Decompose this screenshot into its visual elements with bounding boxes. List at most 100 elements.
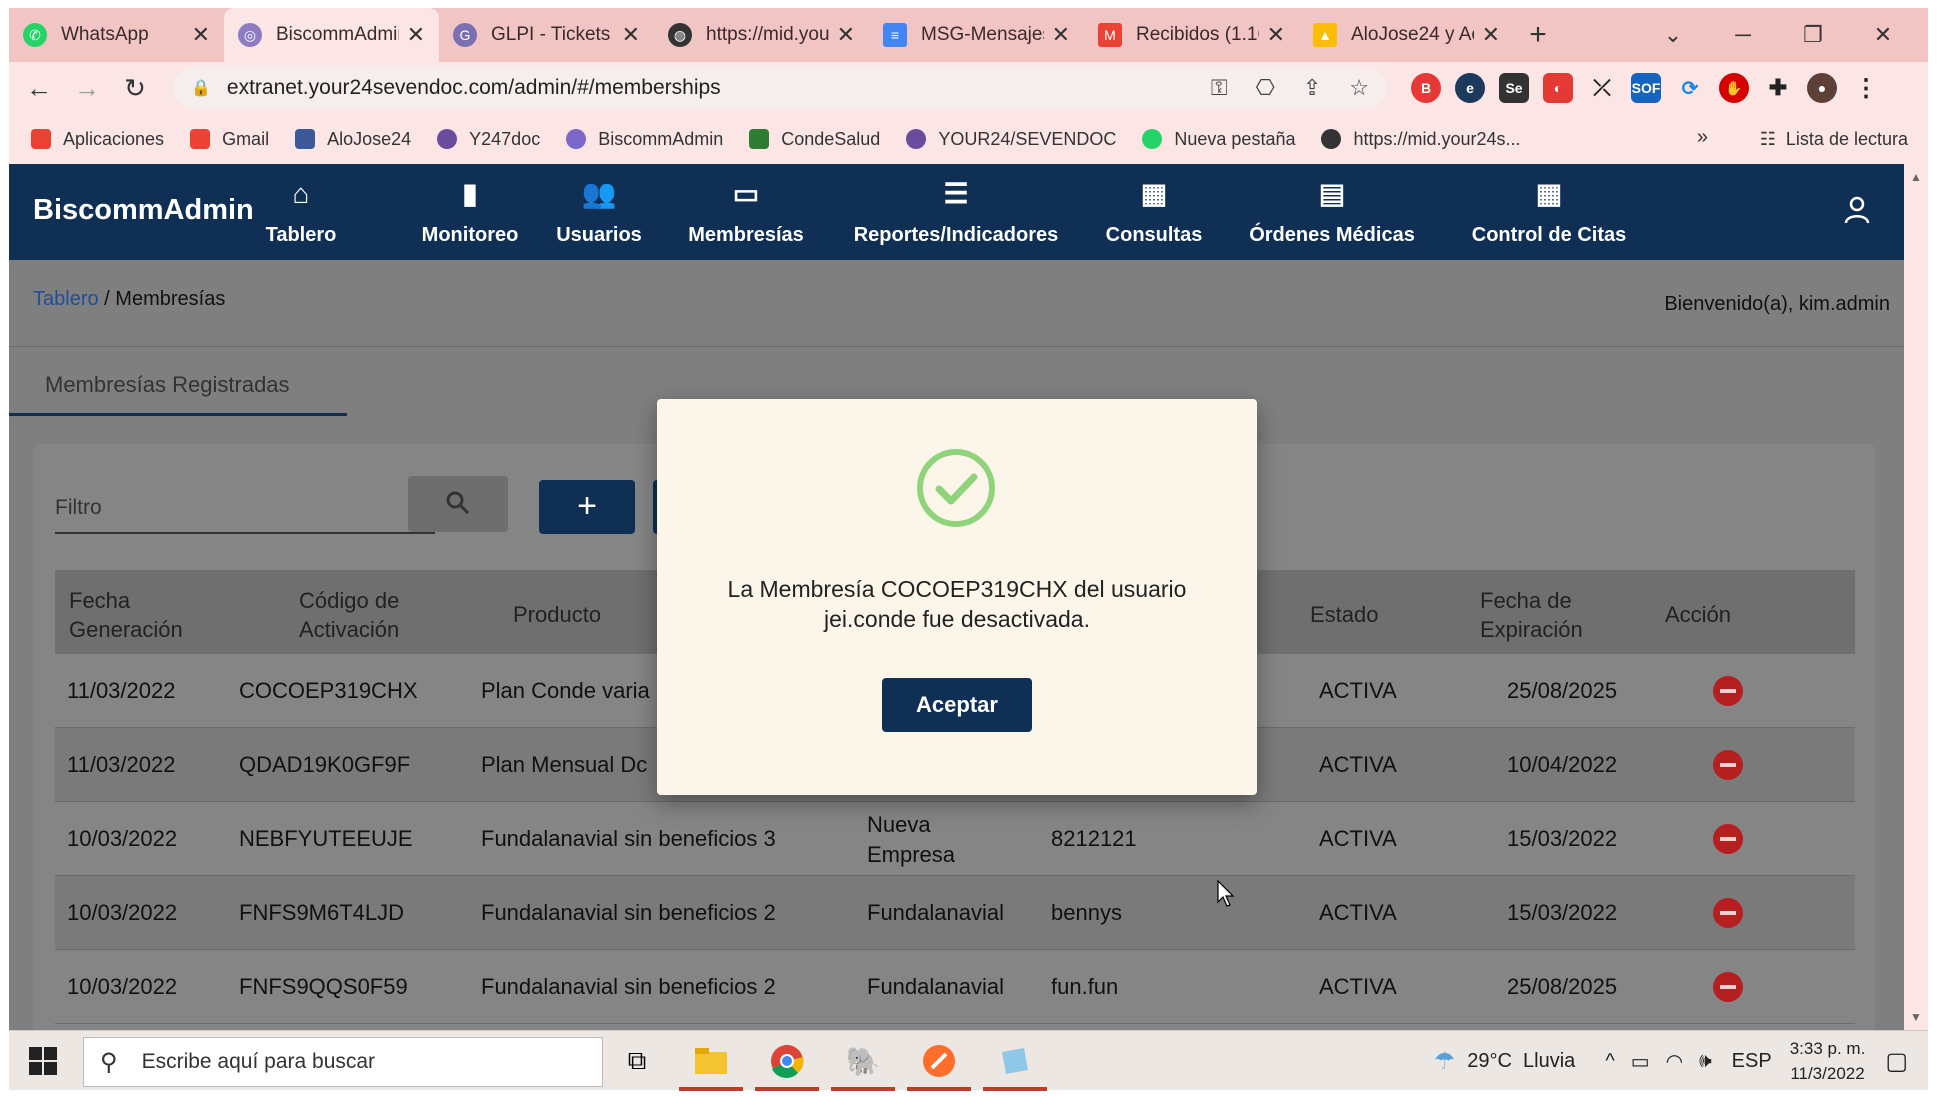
language-indicator[interactable]: ESP (1732, 1050, 1772, 1073)
minimize-button[interactable]: ─ (1708, 22, 1778, 48)
bookmark-label: YOUR24/SEVENDOC (938, 128, 1117, 149)
bookmark-item[interactable]: Gmail (190, 129, 269, 150)
tab-membresias-registradas[interactable]: Membresías Registradas (9, 350, 347, 416)
bookmark-item[interactable]: AloJose24 (295, 129, 411, 150)
close-tab-icon[interactable]: ✕ (1052, 22, 1070, 48)
translate-icon[interactable]: ⎔ (1256, 75, 1275, 101)
deactivate-button[interactable] (1713, 676, 1743, 706)
bookmark-item[interactable]: YOUR24/SEVENDOC (906, 129, 1116, 150)
bookmark-item[interactable]: Aplicaciones (31, 129, 164, 150)
chrome-icon[interactable] (755, 1041, 819, 1091)
nav-item-reportes[interactable]: ☰ Reportes/Indicadores (841, 164, 1071, 260)
close-tab-icon[interactable]: ✕ (622, 22, 640, 48)
bookmark-item[interactable]: https://mid.your24s... (1321, 129, 1521, 150)
bookmark-icon (437, 129, 458, 149)
extension-icon[interactable]: Se (1499, 73, 1529, 103)
address-bar[interactable]: 🔒 extranet.your24sevendoc.com/admin/#/me… (173, 67, 1387, 109)
user-account-icon[interactable] (1844, 196, 1870, 231)
taskbar-search-input[interactable]: ⚲ Escribe aquí para buscar (83, 1037, 603, 1087)
browser-tab-gmail[interactable]: M Recibidos (1.16 ✕ (1084, 8, 1299, 62)
extension-icon[interactable]: SOF (1631, 73, 1661, 103)
nav-item-usuarios[interactable]: 👥 Usuarios (544, 164, 654, 260)
bookmark-star-icon[interactable]: ☆ (1349, 75, 1369, 101)
deactivate-button[interactable] (1713, 898, 1743, 928)
browser-tab-msg[interactable]: ≡ MSG-Mensajes ✕ (869, 8, 1084, 62)
deactivate-button[interactable] (1713, 824, 1743, 854)
browser-tab-mid[interactable]: ◍ https://mid.you ✕ (654, 8, 869, 62)
browser-tab-glpi[interactable]: G GLPI - Tickets ✕ (439, 8, 654, 62)
bookmark-item[interactable]: Y247doc (437, 129, 540, 150)
file-explorer-icon[interactable] (679, 1041, 743, 1091)
close-tab-icon[interactable]: ✕ (1482, 22, 1500, 48)
browser-tab-biscommadmin[interactable]: ◎ BiscommAdmin ✕ (224, 8, 439, 62)
close-tab-icon[interactable]: ✕ (192, 22, 210, 48)
nav-item-membresias[interactable]: ▭ Membresías (676, 164, 816, 260)
browser-tab-drive[interactable]: ▲ AloJose24 y Ac ✕ (1299, 8, 1514, 62)
weather-text[interactable]: 29°C Lluvia (1467, 1050, 1575, 1073)
breadcrumb-link-tablero[interactable]: Tablero (33, 288, 99, 310)
nav-item-consultas[interactable]: ▦ Consultas (1094, 164, 1214, 260)
extension-icon[interactable]: ◐ (1543, 73, 1573, 103)
close-tab-icon[interactable]: ✕ (407, 22, 425, 48)
deactivate-button[interactable] (1713, 972, 1743, 1002)
volume-icon[interactable]: 🕪 (1699, 1050, 1712, 1073)
forward-button[interactable]: → (63, 73, 111, 104)
column-header[interactable]: Estado (1310, 600, 1379, 629)
menu-kebab-icon[interactable]: ⋮ (1851, 73, 1881, 103)
weather-icon[interactable]: ☂ (1434, 1047, 1456, 1076)
new-tab-button[interactable]: + (1514, 18, 1562, 52)
extension-icon[interactable]: ⤫ (1587, 73, 1617, 103)
app-icon[interactable] (983, 1041, 1047, 1091)
chevron-up-icon[interactable]: ^ (1605, 1050, 1614, 1073)
app-brand[interactable]: BiscommAdmin (33, 194, 254, 227)
extension-icon[interactable]: ⟳ (1675, 73, 1705, 103)
app-icon[interactable] (907, 1041, 971, 1091)
clock[interactable]: 3:33 p. m. 11/3/2022 (1790, 1036, 1866, 1086)
task-view-icon[interactable]: ⧉ (617, 1041, 657, 1081)
puzzle-icon[interactable]: ✚ (1763, 73, 1793, 103)
tab-search-icon[interactable]: ⌄ (1638, 22, 1708, 48)
postgres-icon[interactable]: 🐘 (831, 1041, 895, 1091)
nav-item-monitoreo[interactable]: ▮ Monitoreo (405, 164, 535, 260)
close-window-button[interactable]: ✕ (1848, 22, 1918, 48)
column-header[interactable]: Código de Activación (299, 586, 439, 644)
page-scrollbar[interactable]: ▲ ▼ (1904, 164, 1928, 1030)
avatar[interactable]: ● (1807, 73, 1837, 103)
column-header[interactable]: Producto (513, 600, 601, 629)
accept-button[interactable]: Aceptar (882, 678, 1032, 732)
nav-label: Monitoreo (421, 223, 519, 246)
browser-tab-whatsapp[interactable]: ✆ WhatsApp ✕ (9, 8, 224, 62)
deactivate-button[interactable] (1713, 750, 1743, 780)
back-button[interactable]: ← (15, 73, 63, 104)
windows-start-icon[interactable] (29, 1047, 57, 1075)
nav-item-tablero[interactable]: ⌂ Tablero (251, 164, 351, 260)
reading-list-button[interactable]: ☷ Lista de lectura (1760, 114, 1908, 164)
cell-empresa: Fundalanavial (867, 900, 1004, 925)
share-icon[interactable]: ⇪ (1303, 75, 1321, 101)
close-tab-icon[interactable]: ✕ (837, 22, 855, 48)
extension-icon[interactable]: e (1455, 73, 1485, 103)
nav-item-ordenes-medicas[interactable]: ▤ Órdenes Médicas (1237, 164, 1427, 260)
cell-producto: Plan Conde varia (481, 678, 650, 703)
notifications-icon[interactable]: ▢ (1885, 1047, 1908, 1076)
reload-button[interactable]: ↻ (111, 73, 159, 104)
filter-input[interactable]: Filtro (55, 486, 435, 534)
column-header[interactable]: Fecha Generación (69, 586, 219, 644)
add-membership-button[interactable]: + (539, 480, 635, 534)
close-tab-icon[interactable]: ✕ (1267, 22, 1285, 48)
bookmark-item[interactable]: Nueva pestaña (1142, 129, 1295, 150)
bookmark-item[interactable]: BiscommAdmin (566, 129, 723, 150)
key-icon[interactable]: ⚿ (1211, 75, 1228, 101)
restore-button[interactable]: ❐ (1778, 22, 1848, 48)
bookmarks-overflow-icon[interactable]: » (1697, 126, 1708, 149)
column-header[interactable]: Fecha de Expiración (1480, 586, 1620, 644)
extension-icon[interactable]: B (1411, 73, 1441, 103)
nav-item-control-citas[interactable]: ▦ Control de Citas (1449, 164, 1649, 260)
battery-icon[interactable]: ▭ (1631, 1049, 1650, 1074)
scroll-up-icon[interactable]: ▲ (1910, 170, 1922, 184)
search-button[interactable] (408, 476, 508, 532)
adblock-icon[interactable]: ✋ (1719, 73, 1749, 103)
wifi-icon[interactable]: ◠ (1666, 1049, 1683, 1074)
scroll-down-icon[interactable]: ▼ (1910, 1010, 1922, 1024)
bookmark-item[interactable]: CondeSalud (749, 129, 880, 150)
